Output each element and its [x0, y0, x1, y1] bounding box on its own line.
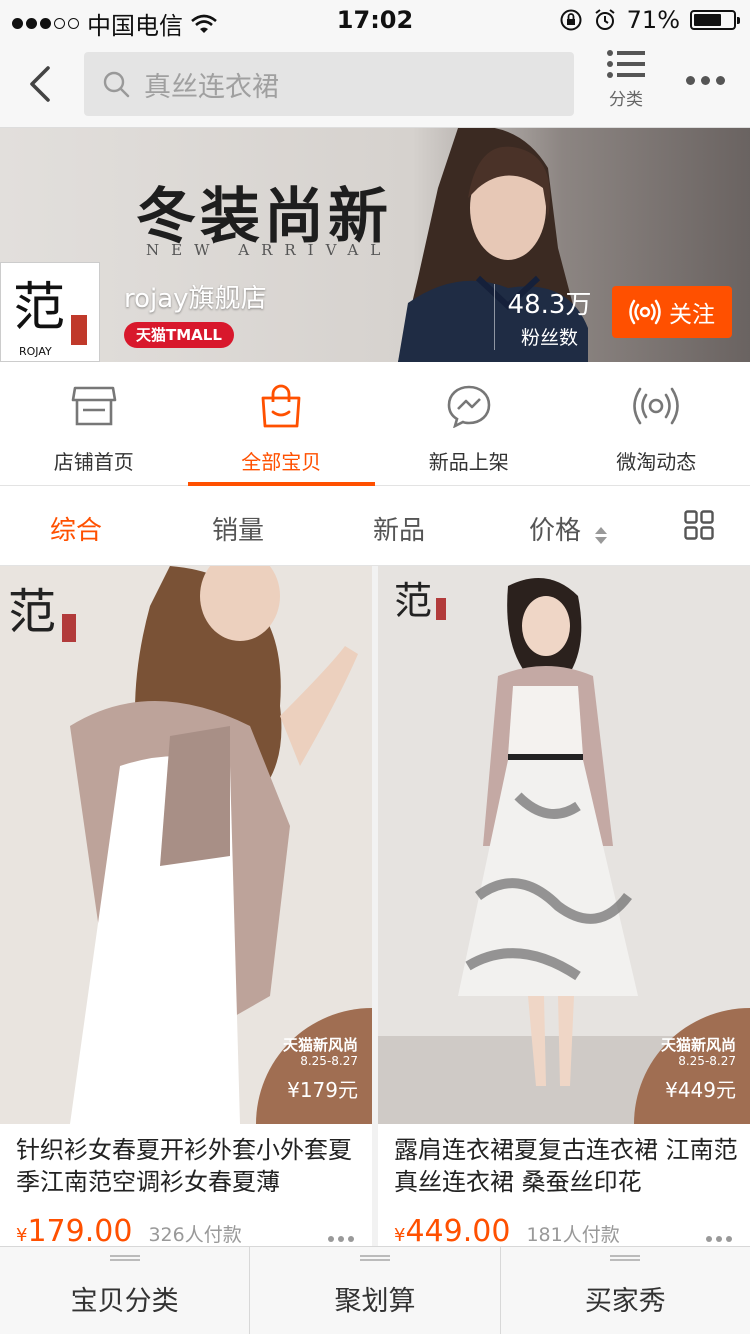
svg-text:范: 范 — [394, 579, 432, 623]
menu-handle-icon — [109, 1255, 140, 1261]
product-title[interactable]: 露肩连衣裙夏复古连衣裙 江南范 真丝连衣裙 桑蚕丝印花 — [394, 1134, 740, 1198]
store-logo[interactable]: 范 ROJAY — [0, 262, 100, 362]
promo-badge-date: 8.25-8.27 — [300, 1054, 358, 1068]
product-price: 179.00 — [27, 1214, 133, 1246]
product-title[interactable]: 针织衫女春夏开衫外套小外套夏季江南范空调衫女春夏薄 — [16, 1134, 362, 1198]
promo-badge-price: ¥179元 — [287, 1078, 358, 1102]
svg-text:范: 范 — [8, 584, 56, 640]
nav-bar: 真丝连衣裙 分类 — [0, 40, 750, 128]
bottom-item-categories[interactable]: 宝贝分类 — [0, 1247, 251, 1334]
tab-label: 新品上架 — [428, 450, 509, 474]
promo-badge-date: 8.25-8.27 — [678, 1054, 736, 1068]
broadcast-icon — [629, 299, 661, 325]
promo-badge-price: ¥449元 — [665, 1078, 736, 1102]
sort-comprehensive[interactable]: 综合 — [50, 510, 102, 547]
bag-icon — [261, 384, 301, 428]
fans-count: 48.3万 — [507, 290, 592, 320]
product-image[interactable]: 范 天猫新风尚 8.25-8.27 ¥449元 — [378, 566, 750, 1124]
status-bar: 中国电信 17:02 71% — [0, 0, 750, 40]
svg-text:范: 范 — [13, 278, 65, 338]
new-arrival-icon — [447, 385, 491, 428]
store-icon — [71, 386, 117, 426]
list-icon — [607, 50, 645, 78]
more-options-icon[interactable] — [706, 1236, 732, 1242]
tab-label: 全部宝贝 — [241, 450, 322, 474]
sort-price[interactable]: 价格 — [529, 510, 608, 547]
product-card[interactable]: 范 天猫新风尚 8.25-8.27 ¥449元 露肩连衣裙夏复古连衣裙 江南范 … — [378, 566, 750, 1246]
search-icon — [103, 71, 130, 98]
sort-bar: 综合 销量 新品 价格 — [0, 486, 750, 566]
bottom-bar: 宝贝分类 聚划算 买家秀 — [0, 1246, 750, 1334]
sort-price-label: 价格 — [529, 516, 582, 546]
tab-label: 微淘动态 — [616, 450, 697, 474]
search-placeholder: 真丝连衣裙 — [144, 71, 279, 103]
battery-percent: 71% — [626, 6, 680, 34]
more-options-icon[interactable] — [328, 1236, 354, 1242]
currency-symbol: ¥ — [16, 1225, 28, 1246]
bottom-item-label: 聚划算 — [334, 1286, 416, 1317]
category-label: 分类 — [609, 90, 643, 110]
follow-button[interactable]: 关注 — [612, 286, 732, 338]
search-input[interactable]: 真丝连衣裙 — [84, 52, 574, 116]
product-card[interactable]: 范 天猫新风尚 8.25-8.27 ¥179元 针织衫女春夏开衫外套小外套夏季江… — [0, 566, 372, 1246]
product-image[interactable]: 范 天猫新风尚 8.25-8.27 ¥179元 — [0, 566, 372, 1124]
currency-symbol: ¥ — [394, 1225, 406, 1246]
bottom-item-buyer-show[interactable]: 买家秀 — [501, 1247, 750, 1334]
store-name[interactable]: rojay旗舰店 — [124, 278, 267, 315]
tab-store-home[interactable]: 店铺首页 — [0, 362, 188, 486]
more-icon[interactable] — [686, 76, 725, 85]
fans-label: 粉丝数 — [520, 327, 578, 349]
bottom-item-juhuasuan[interactable]: 聚划算 — [250, 1247, 501, 1334]
menu-handle-icon — [610, 1255, 641, 1261]
store-logo-text: ROJAY — [19, 345, 52, 358]
bottom-item-label: 宝贝分类 — [70, 1286, 179, 1317]
shop-tabs: 店铺首页 全部宝贝 新品上架 微淘动态 — [0, 362, 750, 486]
category-button[interactable]: 分类 — [602, 48, 650, 110]
tab-all-items[interactable]: 全部宝贝 — [187, 362, 376, 486]
bottom-item-label: 买家秀 — [584, 1286, 666, 1317]
feed-icon — [633, 387, 680, 425]
tmall-badge: 天猫TMALL — [124, 322, 234, 348]
tab-label: 店铺首页 — [53, 450, 134, 474]
tab-new-arrivals[interactable]: 新品上架 — [375, 362, 563, 486]
banner-subline: NEW ARRIVAL — [146, 241, 393, 259]
store-banner: 冬装尚新 NEW ARRIVAL 范 ROJAY rojay旗舰店 天猫TMAL… — [0, 128, 750, 362]
price-row: ¥179.00 326人付款 — [16, 1214, 242, 1246]
tab-weitao-feed[interactable]: 微淘动态 — [563, 362, 750, 486]
sort-newest-label: 新品 — [373, 516, 426, 546]
rotation-lock-icon — [560, 9, 582, 31]
sales-count: 181人付款 — [526, 1224, 620, 1246]
back-icon[interactable] — [22, 62, 62, 106]
promo-badge-title: 天猫新风尚 — [660, 1036, 736, 1054]
price-row: ¥449.00 181人付款 — [394, 1214, 620, 1246]
alarm-icon — [595, 9, 615, 30]
battery-icon — [690, 10, 740, 30]
sort-sales[interactable]: 销量 — [212, 510, 264, 547]
grid-view-icon[interactable] — [684, 510, 714, 540]
menu-handle-icon — [359, 1255, 390, 1261]
promo-badge-title: 天猫新风尚 — [282, 1036, 358, 1054]
sales-count: 326人付款 — [148, 1224, 242, 1246]
sort-newest[interactable]: 新品 — [373, 510, 425, 547]
follow-label: 关注 — [669, 302, 715, 328]
product-price: 449.00 — [405, 1214, 511, 1246]
fans-stat: 48.3万 粉丝数 — [494, 284, 604, 350]
sort-arrows-icon — [595, 527, 608, 544]
